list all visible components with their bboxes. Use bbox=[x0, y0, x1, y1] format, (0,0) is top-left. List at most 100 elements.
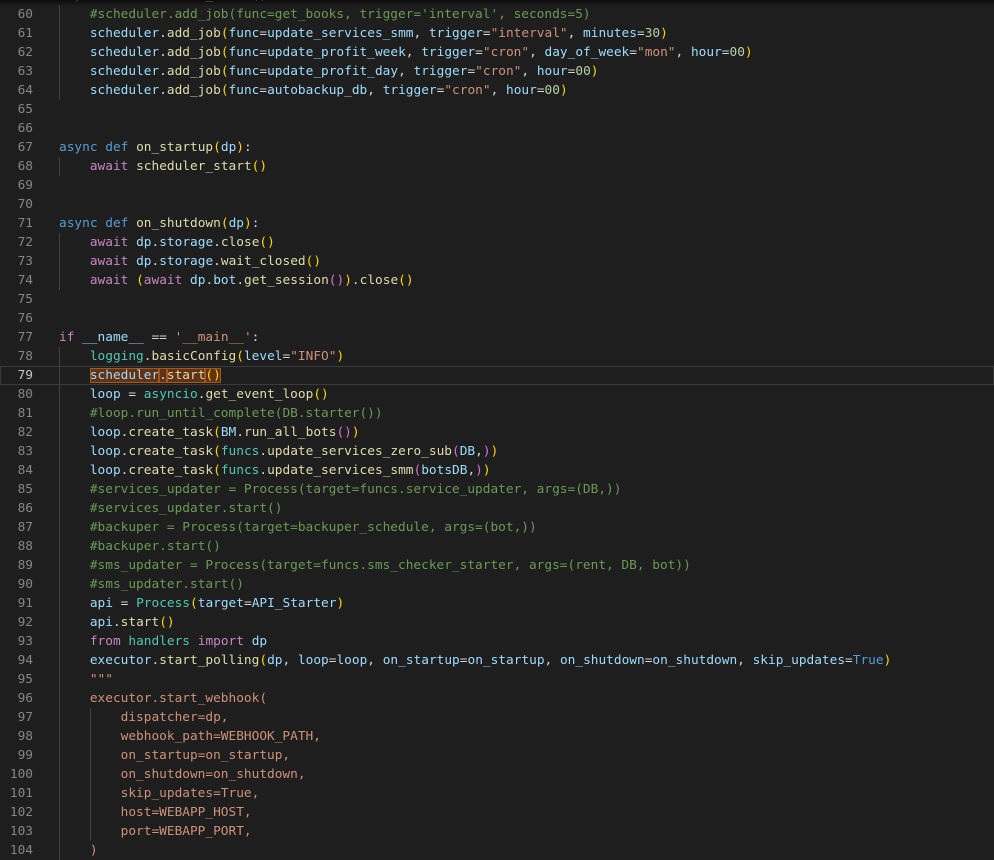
code-token: ) bbox=[236, 140, 244, 155]
code-text: executor.start_webhook( bbox=[59, 689, 267, 708]
code-line[interactable]: 60 #scheduler.add_job(func=get_books, tr… bbox=[0, 5, 994, 24]
code-line[interactable]: 93 from handlers import dp bbox=[0, 632, 994, 651]
code-line[interactable]: 63 scheduler.add_job(func=update_profit_… bbox=[0, 62, 994, 81]
code-lines[interactable]: 58async def scheduler_start():60 #schedu… bbox=[0, 0, 994, 860]
code-token: ( bbox=[220, 216, 229, 231]
code-line[interactable]: 84 loop.create_task(funcs.update_service… bbox=[0, 461, 994, 480]
code-token: handlers bbox=[128, 634, 191, 649]
code-editor[interactable]: 58async def scheduler_start():60 #schedu… bbox=[0, 0, 994, 860]
code-token: dp bbox=[136, 254, 152, 269]
line-number: 73 bbox=[17, 254, 33, 269]
code-line[interactable]: 67 async def on_startup(dp): bbox=[0, 138, 994, 157]
code-line[interactable]: 104 ) bbox=[0, 841, 994, 860]
code-line[interactable]: 96 executor.start_webhook( bbox=[0, 689, 994, 708]
code-token: ( bbox=[136, 273, 144, 288]
code-line[interactable]: 80 loop = asyncio.get_event_loop() bbox=[0, 385, 994, 404]
code-token: , bbox=[475, 444, 483, 459]
code-line[interactable]: 66 bbox=[0, 119, 994, 138]
code-token: loop bbox=[336, 653, 368, 668]
code-token: minutes bbox=[583, 26, 637, 41]
code-line[interactable]: 68 await scheduler_start() bbox=[0, 157, 994, 176]
code-line[interactable]: 62 scheduler.add_job(func=update_profit_… bbox=[0, 43, 994, 62]
line-number: 96 bbox=[17, 691, 33, 706]
code-line[interactable]: 81 #loop.run_until_complete(DB.starter()… bbox=[0, 404, 994, 423]
code-token: , bbox=[675, 45, 691, 60]
code-token: '__main__' bbox=[174, 330, 252, 345]
code-token: dp bbox=[220, 140, 237, 155]
code-token: == bbox=[143, 330, 175, 345]
code-line[interactable]: 69 bbox=[0, 176, 994, 195]
code-token: update_profit_day bbox=[267, 64, 399, 79]
code-line[interactable]: 85 #services_updater = Process(target=fu… bbox=[0, 480, 994, 499]
code-line[interactable]: 86 #services_updater.start() bbox=[0, 499, 994, 518]
code-line[interactable]: 64 scheduler.add_job(func=autobackup_db,… bbox=[0, 81, 994, 100]
code-token: trigger bbox=[413, 64, 468, 79]
code-token: storage bbox=[159, 235, 214, 250]
code-line[interactable]: 76 bbox=[0, 309, 994, 328]
code-token: ) bbox=[336, 596, 345, 611]
code-line[interactable]: 77 if __name__ == '__main__': bbox=[0, 328, 994, 347]
code-line[interactable]: 87 #backuper = Process(target=backuper_s… bbox=[0, 518, 994, 537]
code-line[interactable]: 61 scheduler.add_job(func=update_service… bbox=[0, 24, 994, 43]
code-token: , bbox=[398, 64, 414, 79]
code-token: ) bbox=[243, 216, 252, 231]
code-token: = bbox=[482, 26, 491, 41]
code-text: on_shutdown=on_shutdown, bbox=[59, 765, 306, 784]
code-token: "interval" bbox=[490, 26, 568, 41]
code-line[interactable]: 73 await dp.storage.wait_closed() bbox=[0, 252, 994, 271]
code-line[interactable]: 79 scheduler.start() bbox=[0, 366, 994, 385]
code-line[interactable]: 102 host=WEBAPP_HOST, bbox=[0, 803, 994, 822]
code-token: on_shutdown bbox=[136, 216, 221, 231]
code-token: func bbox=[228, 26, 260, 41]
code-line[interactable]: 71 async def on_shutdown(dp): bbox=[0, 214, 994, 233]
code-line[interactable]: 75 bbox=[0, 290, 994, 309]
code-line[interactable]: 97 dispatcher=dp, bbox=[0, 708, 994, 727]
code-line[interactable]: 88 #backuper.start() bbox=[0, 537, 994, 556]
code-line[interactable]: 100 on_shutdown=on_shutdown, bbox=[0, 765, 994, 784]
code-line[interactable]: 92 api.start() bbox=[0, 613, 994, 632]
code-line[interactable]: 82 loop.create_task(BM.run_all_bots()) bbox=[0, 423, 994, 442]
code-line[interactable]: 74 await (await dp.bot.get_session()).cl… bbox=[0, 271, 994, 290]
code-token: start bbox=[120, 615, 160, 630]
code-line[interactable]: 89 #sms_updater = Process(target=funcs.s… bbox=[0, 556, 994, 575]
code-token: def bbox=[105, 216, 129, 231]
code-token: "cron" bbox=[475, 64, 522, 79]
code-token: hour bbox=[506, 83, 537, 98]
code-line[interactable]: 90 #sms_updater.start() bbox=[0, 575, 994, 594]
code-line[interactable]: 72 await dp.storage.close() bbox=[0, 233, 994, 252]
code-token: def bbox=[105, 140, 129, 155]
code-line[interactable]: 91 api = Process(target=API_Starter) bbox=[0, 594, 994, 613]
code-line[interactable]: 101 skip_updates=True, bbox=[0, 784, 994, 803]
code-line[interactable]: 99 on_startup=on_startup, bbox=[0, 746, 994, 765]
code-line[interactable]: 103 port=WEBAPP_PORT, bbox=[0, 822, 994, 841]
code-token: if bbox=[59, 330, 75, 345]
code-line[interactable]: 65 bbox=[0, 100, 994, 119]
code-line[interactable]: 94 executor.start_polling(dp, loop=loop,… bbox=[0, 651, 994, 670]
code-token: skip_updates=True, bbox=[120, 786, 260, 801]
code-token: day_of_week bbox=[544, 45, 630, 60]
code-line[interactable]: 83 loop.create_task(funcs.update_service… bbox=[0, 442, 994, 461]
code-token: add_job bbox=[166, 83, 221, 98]
code-line[interactable]: 78 logging.basicConfig(level="INFO") bbox=[0, 347, 994, 366]
code-token: . bbox=[213, 235, 221, 250]
code-line[interactable]: 98 webhook_path=WEBHOOK_PATH, bbox=[0, 727, 994, 746]
code-line[interactable]: 70 bbox=[0, 195, 994, 214]
code-token: #services_updater.start() bbox=[89, 501, 283, 516]
code-token: target bbox=[197, 596, 244, 611]
code-token: dp bbox=[267, 653, 283, 668]
code-token: . bbox=[159, 26, 167, 41]
code-token: await bbox=[89, 254, 129, 269]
code-text: from handlers import dp bbox=[59, 632, 267, 651]
code-line[interactable]: 95 """ bbox=[0, 670, 994, 689]
